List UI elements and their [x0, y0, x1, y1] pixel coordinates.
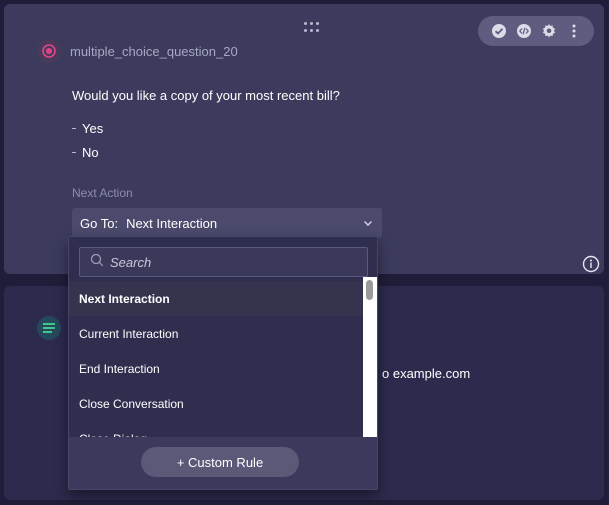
bullet-icon: [72, 127, 76, 129]
goto-select[interactable]: Go To: Next Interaction: [72, 208, 382, 238]
search-input[interactable]: [110, 254, 350, 270]
search-icon: [90, 253, 104, 272]
option-close-conversation[interactable]: Close Conversation: [69, 386, 365, 421]
dropdown-footer: + Custom Rule: [69, 437, 377, 489]
option-close-dialog[interactable]: Close Dialog: [69, 421, 365, 438]
multiple-choice-icon: [37, 39, 61, 63]
drag-handle-icon[interactable]: [304, 22, 320, 34]
gear-icon[interactable]: [541, 23, 557, 39]
interaction-title: multiple_choice_question_20: [70, 44, 238, 59]
answer-item: Yes: [72, 116, 103, 140]
search-field[interactable]: [79, 247, 368, 277]
card-toolbar: [478, 16, 594, 46]
bullet-icon: [72, 151, 76, 153]
more-vertical-icon[interactable]: [566, 23, 582, 39]
chevron-down-icon: [362, 217, 374, 232]
next-action-label: Next Action: [72, 186, 133, 200]
scrollbar-thumb[interactable]: [366, 280, 373, 300]
message-text: o example.com: [382, 366, 471, 381]
code-icon[interactable]: [516, 23, 532, 39]
custom-rule-button[interactable]: + Custom Rule: [141, 447, 299, 477]
answer-label: No: [82, 144, 99, 160]
info-icon[interactable]: [582, 255, 600, 273]
goto-dropdown-menu: Next Interaction Current Interaction End…: [68, 236, 378, 490]
option-current-interaction[interactable]: Current Interaction: [69, 316, 365, 351]
answer-item: No: [72, 140, 103, 164]
option-end-interaction[interactable]: End Interaction: [69, 351, 365, 386]
answer-list: Yes No: [72, 116, 103, 164]
question-card: multiple_choice_question_20 Would you li…: [4, 4, 604, 274]
question-text: Would you like a copy of your most recen…: [72, 88, 340, 103]
text-message-icon: [37, 316, 61, 340]
option-list: Next Interaction Current Interaction End…: [69, 281, 365, 437]
goto-value: Next Interaction: [126, 215, 218, 231]
answer-label: Yes: [82, 120, 104, 136]
goto-label: Go To:: [80, 215, 119, 231]
check-circle-icon[interactable]: [491, 23, 507, 39]
option-next-interaction[interactable]: Next Interaction: [69, 281, 365, 316]
scrollbar[interactable]: [363, 277, 377, 437]
